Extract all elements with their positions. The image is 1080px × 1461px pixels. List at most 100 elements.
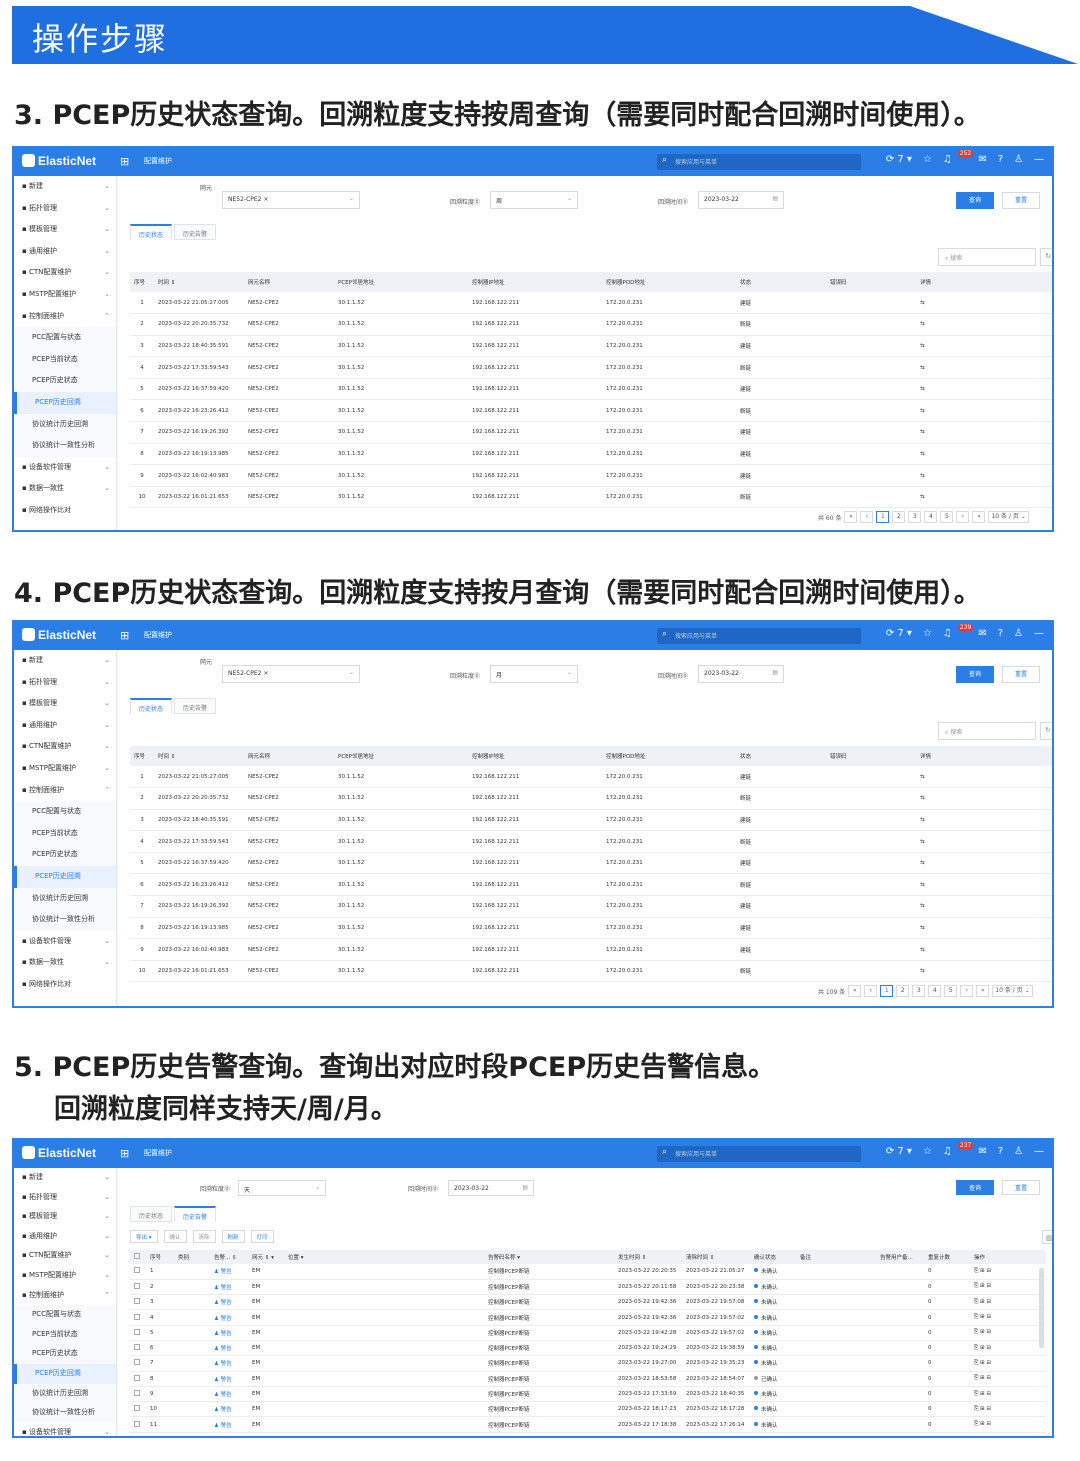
global-search[interactable]: 搜索应用与菜单 ⌕ — [657, 628, 861, 644]
sidebar-item[interactable]: PCC配置与状态 — [14, 1305, 116, 1325]
page-size-select[interactable]: 10 条 / 页 ⌄ — [992, 985, 1033, 997]
ne-select[interactable]: NE52-CPE2 × ⌄ — [222, 665, 360, 683]
row-actions[interactable]: ⎘ ⊞ ⊟ — [970, 1386, 1046, 1403]
last-page-button[interactable]: » — [972, 511, 986, 523]
tab-history-alarm[interactable]: 历史告警 — [174, 698, 217, 714]
sidebar-item[interactable]: ▪ 设备软件管理 ⌄ — [14, 1423, 116, 1436]
first-page-button[interactable]: « — [848, 985, 862, 997]
detail-icon[interactable]: ⇆ — [916, 938, 1052, 961]
tab-history-status[interactable]: 历史状态 — [130, 698, 173, 714]
page-number[interactable]: 5 — [944, 985, 958, 997]
user-icon[interactable]: ♙ — [1014, 628, 1023, 639]
checkbox[interactable] — [134, 1267, 140, 1274]
sidebar-item[interactable]: 协议统计历史回溯 — [14, 887, 116, 910]
app-grid-icon[interactable]: ⊞ — [120, 629, 129, 642]
table-row[interactable]: 9 2023-03-22 16:02:40.983 NE52-CPE2 30.1.1.… — [130, 938, 1052, 961]
column-header[interactable]: 备注 — [796, 1250, 876, 1264]
table-row[interactable]: 3 ♟ 警告 EM 控制器PCEP断链 2023-03-22 19:42:36 2023-… — [130, 1294, 1046, 1311]
detail-icon[interactable]: ⇆ — [916, 292, 1052, 315]
checkbox[interactable] — [134, 1298, 140, 1305]
sidebar-item[interactable]: PCEP当前状态 — [14, 822, 116, 845]
table-row[interactable]: 2 2023-03-22 20:20:35.732 NE52-CPE2 30.1.1.… — [130, 313, 1052, 336]
table-row[interactable]: 4 2023-03-22 17:33:59.543 NE52-CPE2 30.1.1.… — [130, 830, 1052, 853]
detail-icon[interactable]: ⇆ — [916, 852, 1052, 875]
checkbox[interactable] — [134, 1328, 140, 1335]
page-size-select[interactable]: 10 条 / 页 ⌄ — [988, 511, 1029, 523]
sidebar-item[interactable]: PCC配置与状态 — [14, 327, 116, 349]
detail-icon[interactable]: ⇆ — [916, 873, 1052, 897]
help-icon[interactable]: ? — [998, 628, 1003, 639]
sidebar-item[interactable]: PCEP历史状态 — [14, 1344, 116, 1364]
sidebar-item[interactable]: ▪ 控制面维护 ⌃ — [14, 780, 116, 802]
mail-icon[interactable]: ✉ — [978, 154, 986, 165]
sidebar-item[interactable]: ▪ MSTP配置维护 ⌄ — [14, 1266, 116, 1286]
checkbox[interactable] — [134, 1282, 140, 1289]
first-page-button[interactable]: « — [844, 511, 858, 523]
column-header[interactable]: 操作 — [970, 1250, 1046, 1264]
detail-icon[interactable]: ⇆ — [916, 464, 1052, 487]
table-row[interactable]: 6 2023-03-22 16:23:26.412 NE52-CPE2 30.1.1.… — [130, 873, 1052, 897]
page-number[interactable]: 3 — [908, 511, 922, 523]
toolbar-button[interactable]: 导出 ▾ — [130, 1230, 158, 1243]
column-header[interactable]: 位置 ▾ — [284, 1250, 484, 1264]
star-icon[interactable]: ☆ — [923, 1146, 932, 1157]
sidebar-item[interactable]: ▪ CTN配置维护 ⌄ — [14, 1246, 116, 1266]
table-row[interactable]: 8 2023-03-22 16:19:13.985 NE52-CPE2 30.1.1.… — [130, 443, 1052, 466]
row-actions[interactable]: ⎘ ⊞ ⊟ — [970, 1294, 1046, 1311]
table-row[interactable]: 8 ♟ 警告 EM 控制器PCEP断链 2023-03-22 18:53:58 2023-… — [130, 1371, 1046, 1387]
tab-history-status[interactable]: 历史状态 — [130, 1206, 173, 1222]
table-row[interactable]: 3 2023-03-22 18:40:35.591 NE52-CPE2 30.1.1.… — [130, 809, 1052, 832]
tab-history-alarm[interactable]: 历史告警 — [174, 224, 217, 240]
row-checkbox[interactable] — [130, 1264, 146, 1280]
column-header[interactable]: 发生时间 ⇕ — [614, 1250, 682, 1264]
sync-icon[interactable]: ⟳ 7 ▾ — [886, 1146, 912, 1157]
sidebar-item[interactable]: PCEP当前状态 — [14, 348, 116, 371]
refresh-icon[interactable]: ↻ — [1040, 248, 1052, 266]
sidebar-item[interactable]: PCEP历史状态 — [14, 844, 116, 866]
sidebar-item[interactable]: ▪ 新建 ⌄ — [14, 176, 116, 198]
checkbox[interactable] — [134, 1405, 140, 1412]
sidebar-item[interactable]: ▪ CTN配置维护 ⌄ — [14, 736, 116, 758]
sidebar-item[interactable]: ▪ 设备软件管理 ⌄ — [14, 457, 116, 479]
sidebar-item[interactable]: PCEP历史回溯 — [14, 865, 116, 888]
table-row[interactable]: 6 2023-03-22 16:23:26.412 NE52-CPE2 30.1.1.… — [130, 399, 1052, 423]
column-header[interactable]: 序号 — [146, 1250, 174, 1264]
bell-icon[interactable]: ♫237 — [943, 1142, 974, 1157]
column-header[interactable]: 类别 — [174, 1250, 210, 1264]
sidebar-item[interactable]: ▪ 数据一致性 ⌄ — [14, 478, 116, 500]
toolbar-button[interactable]: 确认 — [163, 1230, 187, 1243]
row-checkbox[interactable] — [130, 1309, 146, 1326]
row-checkbox[interactable] — [130, 1355, 146, 1372]
row-actions[interactable]: ⎘ ⊞ ⊟ — [970, 1309, 1046, 1326]
column-header[interactable]: 告警用户备... — [876, 1250, 924, 1264]
mail-icon[interactable]: ✉ — [978, 1146, 986, 1157]
row-checkbox[interactable] — [130, 1401, 146, 1418]
page-number[interactable]: 3 — [912, 985, 926, 997]
detail-icon[interactable]: ⇆ — [916, 917, 1052, 940]
time-picker[interactable]: 2023-03-22 ▤ — [698, 191, 784, 209]
sidebar-item[interactable]: ▪ 网络操作比对 — [14, 974, 116, 996]
sidebar-item[interactable]: ▪ 数据一致性 ⌄ — [14, 952, 116, 974]
row-actions[interactable]: ⎘ ⊞ ⊟ — [970, 1416, 1046, 1433]
sidebar-item[interactable]: ▪ 控制面维护 ⌃ — [14, 306, 116, 328]
sidebar-item[interactable]: ▪ 模板管理 ⌄ — [14, 693, 116, 715]
bell-icon[interactable]: ♫252 — [943, 150, 974, 165]
app-logo[interactable]: ElasticNet — [22, 628, 96, 642]
time-picker[interactable]: 2023-03-22 ▤ — [698, 665, 784, 683]
column-header[interactable]: 确认状态 — [750, 1250, 796, 1264]
app-logo[interactable]: ElasticNet — [22, 154, 96, 168]
app-grid-icon[interactable]: ⊞ — [120, 1147, 129, 1160]
detail-icon[interactable]: ⇆ — [916, 787, 1052, 810]
sidebar-item[interactable]: PCC配置与状态 — [14, 801, 116, 823]
detail-icon[interactable]: ⇆ — [916, 313, 1052, 336]
table-row[interactable]: 4 ♟ 警告 EM 控制器PCEP断链 2023-03-22 19:42:36 2023-… — [130, 1309, 1046, 1326]
help-icon[interactable]: ? — [998, 154, 1003, 165]
granularity-select[interactable]: 月 ⌄ — [490, 665, 578, 683]
table-search-input[interactable]: ⌕ 搜索 — [938, 722, 1036, 740]
global-search[interactable]: 搜索应用与菜单 ⌕ — [657, 154, 861, 170]
star-icon[interactable]: ☆ — [923, 154, 932, 165]
sidebar-item[interactable]: ▪ 新建 ⌄ — [14, 1168, 116, 1188]
sidebar-item[interactable]: PCEP当前状态 — [14, 1324, 116, 1345]
query-button[interactable]: 查询 — [956, 192, 994, 209]
vertical-scrollbar[interactable] — [1039, 1268, 1044, 1348]
